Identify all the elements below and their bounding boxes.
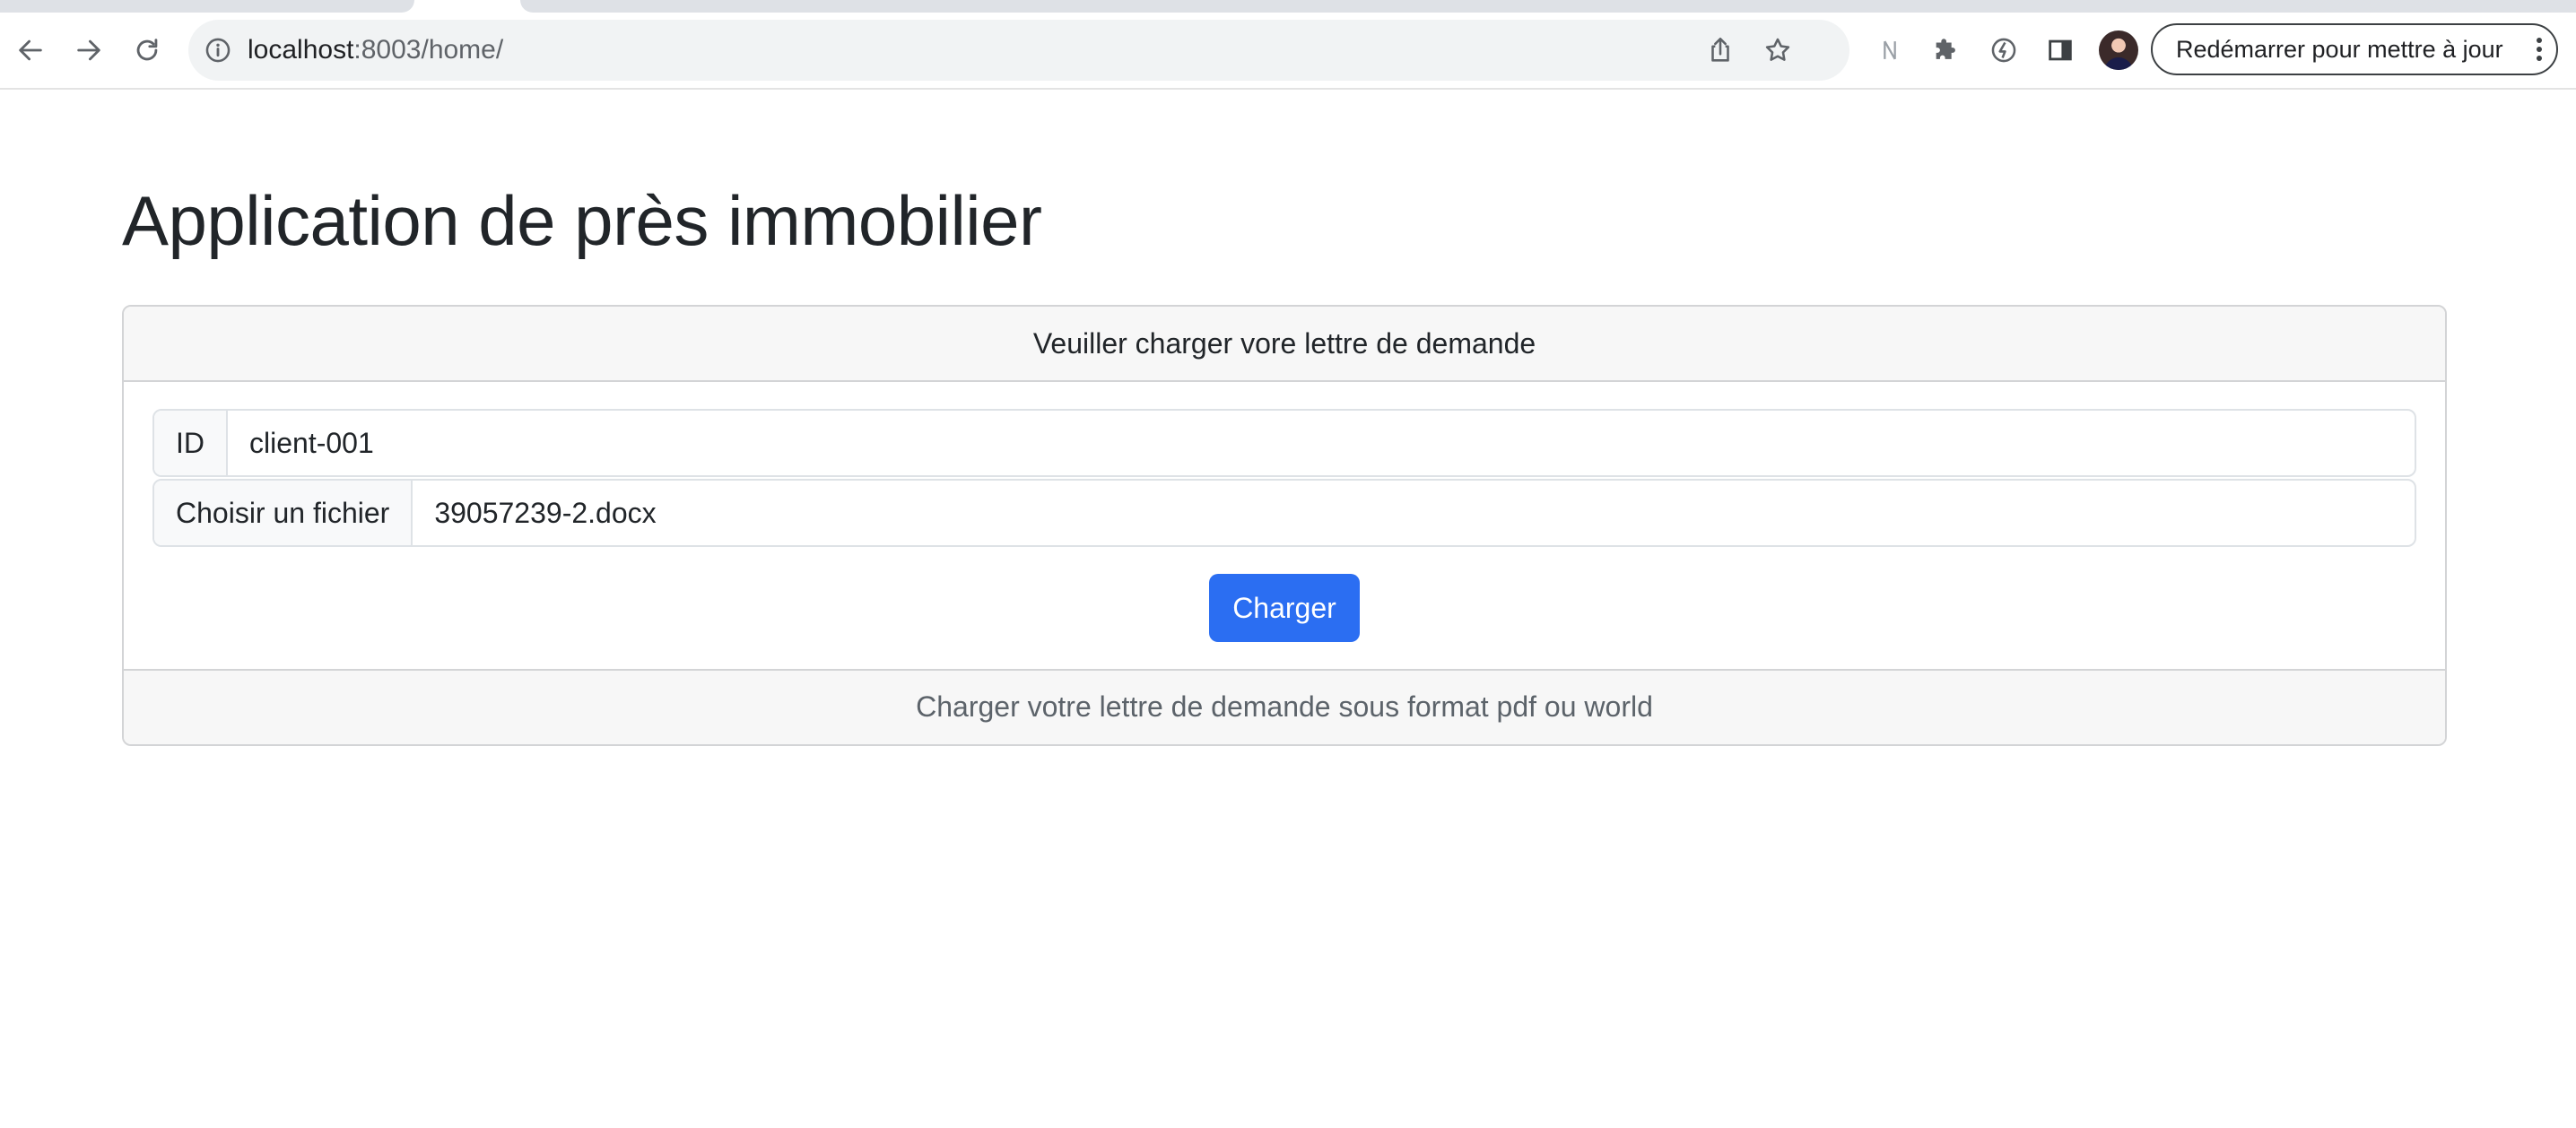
- puzzle-extensions-icon: [1936, 39, 1955, 59]
- card-footer: Charger votre lettre de demande sous for…: [124, 669, 2445, 744]
- forward-icon: [77, 39, 100, 61]
- more-menu-icon[interactable]: [2535, 36, 2544, 63]
- share-button[interactable]: [1702, 32, 1738, 68]
- extension-n-button[interactable]: [1870, 30, 1910, 70]
- charger-button[interactable]: Charger: [1209, 574, 1360, 642]
- share-icon: [1711, 37, 1729, 62]
- site-info-icon[interactable]: [203, 35, 233, 65]
- performance-button[interactable]: [1984, 30, 2023, 70]
- page-title: Application de près immobilier: [122, 181, 1042, 260]
- extension-n-icon: [1884, 40, 1896, 60]
- profile-avatar[interactable]: [2099, 30, 2138, 70]
- reload-icon: [136, 39, 158, 61]
- url-host: localhost: [248, 35, 354, 65]
- tab-strip: [0, 0, 2576, 13]
- update-restart-label: Redémarrer pour mettre à jour: [2176, 35, 2503, 63]
- upload-card: Veuiller charger vore lettre de demande …: [122, 305, 2447, 746]
- url-text[interactable]: localhost:8003/home/: [248, 20, 503, 81]
- choose-file-button[interactable]: Choisir un fichier: [154, 481, 413, 545]
- id-input-group: ID client-001: [152, 409, 2416, 477]
- inactive-tab[interactable]: [0, 0, 414, 13]
- bookmark-star-icon: [1765, 38, 1790, 61]
- address-bar[interactable]: localhost:8003/home/: [188, 20, 1849, 81]
- browser-toolbar: localhost:8003/home/ Redémarrer pour met…: [0, 13, 2576, 90]
- extensions-button[interactable]: [1927, 30, 1966, 70]
- file-input-group: Choisir un fichier 39057239-2.docx: [152, 479, 2416, 547]
- id-input[interactable]: client-001: [228, 411, 2415, 475]
- card-header: Veuiller charger vore lettre de demande: [124, 307, 2445, 382]
- back-button[interactable]: [11, 30, 50, 70]
- id-label: ID: [154, 411, 228, 475]
- url-path: :8003/home/: [353, 35, 504, 65]
- side-panel-button[interactable]: [2041, 30, 2080, 70]
- avatar-figure: [2104, 57, 2133, 70]
- update-restart-button[interactable]: Redémarrer pour mettre à jour: [2151, 23, 2558, 75]
- inactive-tabs[interactable]: [520, 0, 2576, 13]
- back-icon: [19, 39, 42, 61]
- file-name-field[interactable]: 39057239-2.docx: [413, 481, 2415, 545]
- reload-button[interactable]: [127, 30, 167, 70]
- performance-icon: [1991, 38, 2016, 63]
- side-panel-icon: [2049, 39, 2072, 61]
- bookmark-button[interactable]: [1760, 32, 1796, 68]
- forward-button[interactable]: [69, 30, 109, 70]
